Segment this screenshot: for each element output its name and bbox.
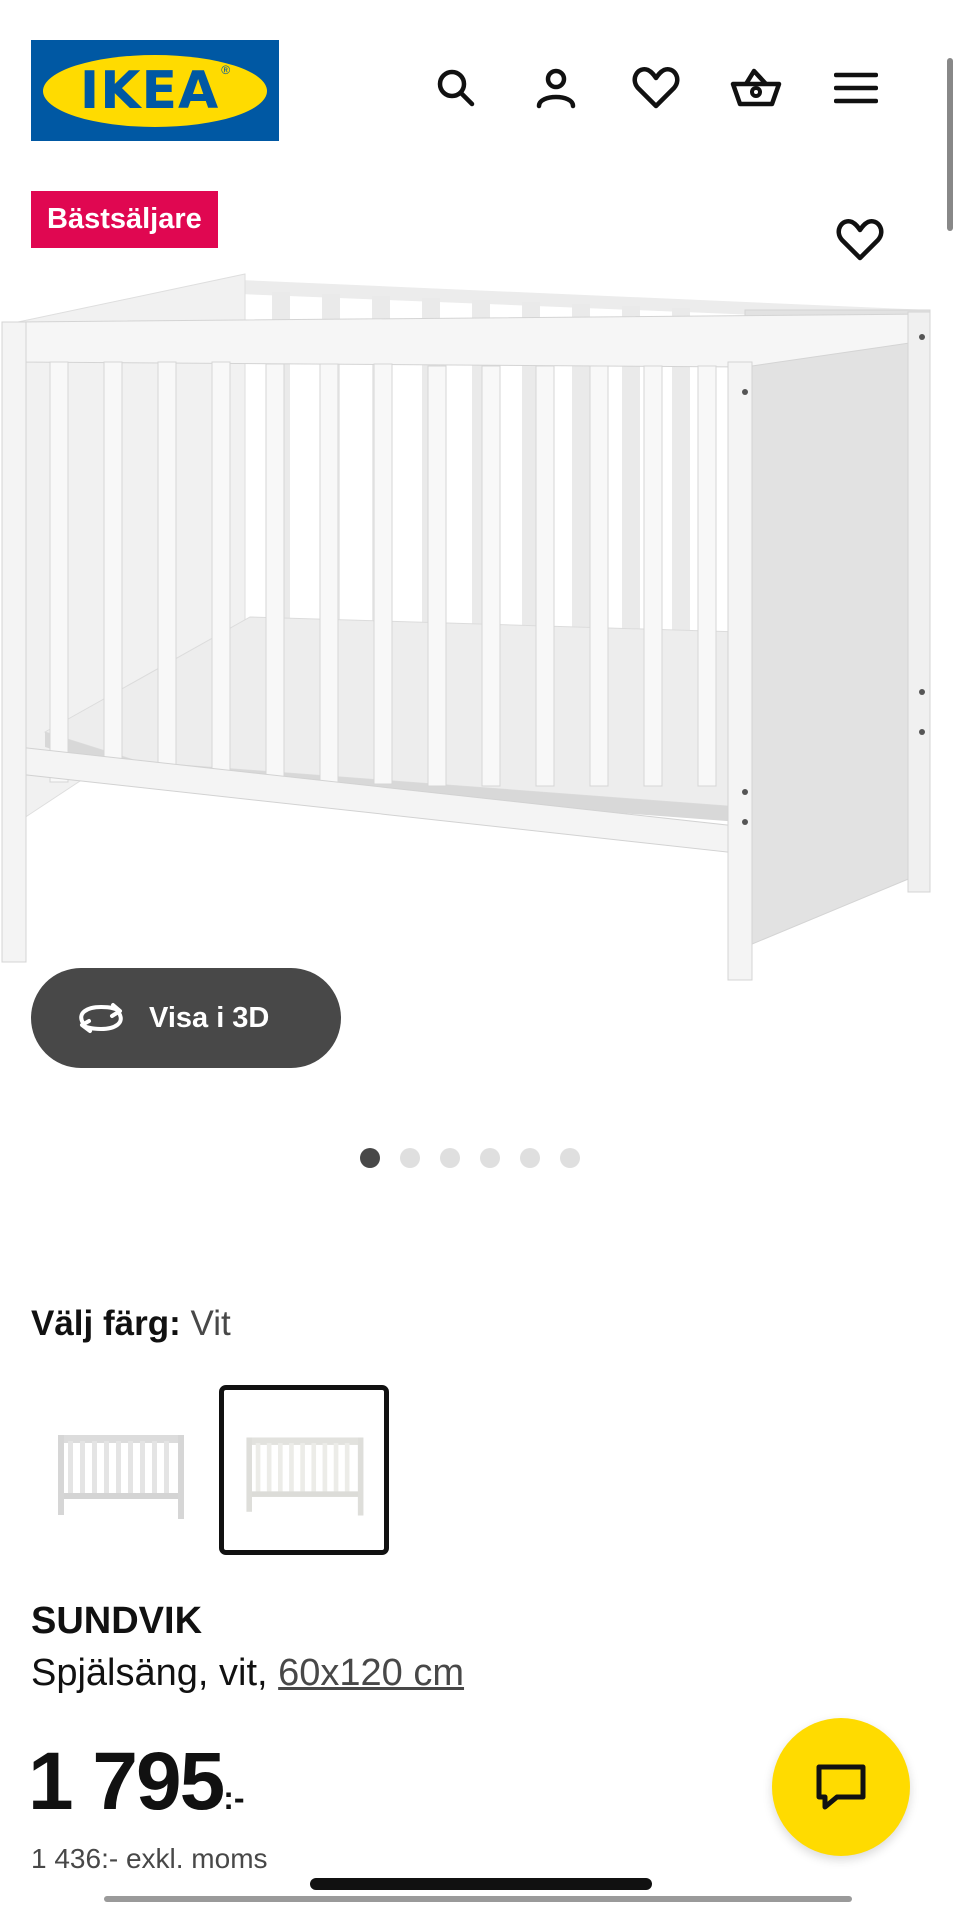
color-selector-label: Välj färg: Vit [31, 1304, 231, 1344]
logo-registered-mark: ® [221, 62, 231, 77]
view-in-3d-button[interactable]: Visa i 3D [31, 968, 341, 1068]
carousel-dot[interactable] [440, 1148, 460, 1168]
chat-button[interactable] [772, 1718, 910, 1856]
basket-icon[interactable] [728, 60, 784, 116]
product-image[interactable] [0, 262, 960, 1022]
product-price: 1 795:- [28, 1735, 245, 1829]
product-description: Spjälsäng, vit, 60x120 cm [31, 1652, 464, 1695]
ikea-logo[interactable]: IKEA ® [31, 40, 279, 141]
carousel-dot[interactable] [560, 1148, 580, 1168]
home-indicator[interactable] [310, 1878, 652, 1890]
logo-text: IKEA [79, 60, 220, 121]
product-name: SUNDVIK [31, 1600, 203, 1642]
swatch-crib-thumbnail [58, 1435, 184, 1519]
chat-bubble-icon [816, 1764, 866, 1810]
swatch-crib-thumbnail [246, 1437, 364, 1516]
color-swatch-option-selected[interactable] [219, 1385, 389, 1555]
menu-icon[interactable] [828, 60, 884, 116]
price-amount: 1 795 [28, 1736, 225, 1827]
search-icon[interactable] [428, 60, 484, 116]
horizontal-scroll-indicator [104, 1896, 852, 1902]
color-label-value: Vit [190, 1304, 231, 1343]
carousel-dot[interactable] [360, 1148, 380, 1168]
view-in-3d-label: Visa i 3D [149, 1001, 270, 1034]
image-carousel-dots [360, 1148, 580, 1168]
logo-oval: IKEA ® [43, 54, 267, 127]
heart-icon[interactable] [628, 60, 684, 116]
color-label-title: Välj färg: [31, 1304, 181, 1343]
carousel-dot[interactable] [520, 1148, 540, 1168]
carousel-dot[interactable] [480, 1148, 500, 1168]
page-scrollbar[interactable] [947, 58, 953, 231]
bestseller-badge: Bästsäljare [31, 191, 218, 248]
user-icon[interactable] [528, 60, 584, 116]
add-to-favorites-icon[interactable] [832, 212, 888, 268]
product-size-link[interactable]: 60x120 cm [278, 1652, 464, 1694]
price-suffix: :- [223, 1780, 245, 1816]
price-excluding-vat: 1 436:- exkl. moms [31, 1843, 268, 1874]
rotate-3d-icon [79, 1003, 123, 1033]
product-description-text: Spjälsäng, vit, [31, 1652, 279, 1694]
color-swatch-option[interactable] [35, 1385, 205, 1555]
carousel-dot[interactable] [400, 1148, 420, 1168]
